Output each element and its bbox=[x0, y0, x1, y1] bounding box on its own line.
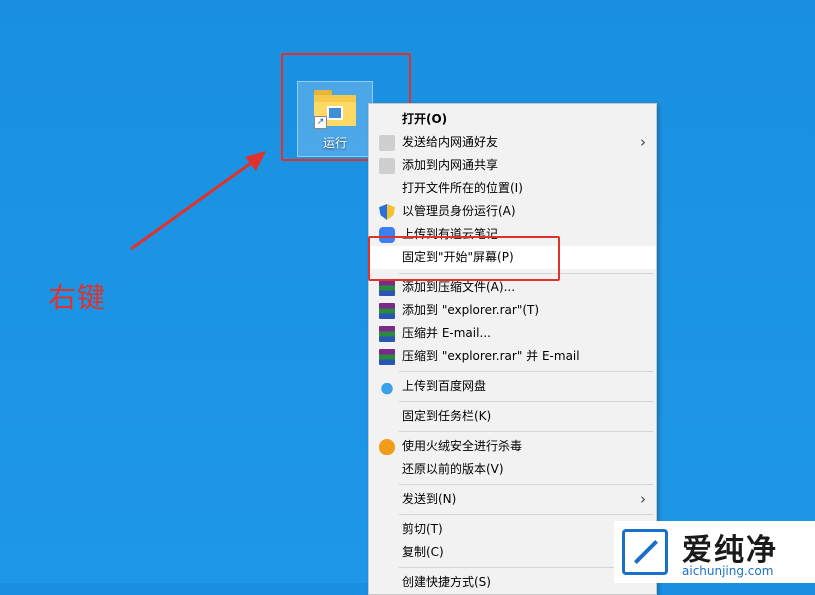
baidu-netdisk-icon bbox=[379, 379, 395, 395]
menu-item-label: 添加到内网通共享 bbox=[402, 158, 499, 172]
intranet-share-icon bbox=[379, 158, 395, 174]
winrar-icon bbox=[379, 303, 395, 319]
annotation-right-click-text: 右键 bbox=[48, 281, 107, 314]
menu-item-label: 打开(O) bbox=[402, 112, 448, 126]
watermark: 爱纯净 aichunjing.com bbox=[614, 521, 815, 583]
menu-item-label: 以管理员身份运行(A) bbox=[402, 204, 516, 218]
menu-item-open-file-location[interactable]: 打开文件所在的位置(I) bbox=[369, 177, 656, 200]
watermark-logo-icon bbox=[622, 529, 668, 575]
menu-separator bbox=[399, 273, 653, 274]
menu-item-label: 复制(C) bbox=[402, 545, 444, 559]
menu-item-label: 固定到任务栏(K) bbox=[402, 409, 492, 423]
menu-separator bbox=[399, 401, 653, 402]
menu-item-compress-rar-email[interactable]: 压缩到 "explorer.rar" 并 E-mail bbox=[369, 345, 656, 368]
menu-item-label: 添加到 "explorer.rar"(T) bbox=[402, 303, 540, 317]
menu-item-upload-baidu[interactable]: 上传到百度网盘 bbox=[369, 375, 656, 398]
menu-separator bbox=[399, 371, 653, 372]
menu-item-label: 创建快捷方式(S) bbox=[402, 575, 491, 589]
menu-separator bbox=[399, 514, 653, 515]
menu-item-label: 压缩到 "explorer.rar" 并 E-mail bbox=[402, 349, 580, 363]
menu-item-huorong-scan[interactable]: 使用火绒安全进行杀毒 bbox=[369, 435, 656, 458]
menu-item-pin-to-start[interactable]: 固定到"开始"屏幕(P) bbox=[369, 246, 656, 269]
menu-item-label: 压缩并 E-mail... bbox=[402, 326, 491, 340]
menu-item-label: 上传到百度网盘 bbox=[402, 379, 487, 393]
menu-item-label: 发送到(N) bbox=[402, 492, 457, 506]
menu-item-label: 发送给内网通好友 bbox=[402, 135, 499, 149]
winrar-icon bbox=[379, 349, 395, 365]
desktop[interactable]: ↗ 运行 右键 打开(O) 发送给内网通好友 › 添加到内网通共享 打开文件所在… bbox=[0, 0, 815, 595]
watermark-title: 爱纯净 bbox=[682, 533, 778, 568]
watermark-url: aichunjing.com bbox=[682, 564, 774, 578]
winrar-icon bbox=[379, 280, 395, 296]
menu-item-cut[interactable]: 剪切(T) bbox=[369, 518, 656, 541]
menu-item-send-to[interactable]: 发送到(N) › bbox=[369, 488, 656, 511]
huorong-icon bbox=[379, 439, 395, 455]
menu-separator bbox=[399, 484, 653, 485]
menu-item-copy[interactable]: 复制(C) bbox=[369, 541, 656, 564]
menu-item-compress-email[interactable]: 压缩并 E-mail... bbox=[369, 322, 656, 345]
menu-item-label: 添加到压缩文件(A)... bbox=[402, 280, 516, 294]
intranet-share-icon bbox=[379, 135, 395, 151]
menu-item-label: 上传到有道云笔记 bbox=[402, 227, 499, 241]
menu-item-pin-to-taskbar[interactable]: 固定到任务栏(K) bbox=[369, 405, 656, 428]
chevron-right-icon: › bbox=[640, 133, 646, 151]
menu-item-add-to-explorer-rar[interactable]: 添加到 "explorer.rar"(T) bbox=[369, 299, 656, 322]
menu-item-upload-youdao[interactable]: 上传到有道云笔记 bbox=[369, 223, 656, 246]
menu-item-restore-previous[interactable]: 还原以前的版本(V) bbox=[369, 458, 656, 481]
menu-item-label: 打开文件所在的位置(I) bbox=[402, 181, 523, 195]
menu-item-label: 固定到"开始"屏幕(P) bbox=[402, 250, 514, 264]
chevron-right-icon: › bbox=[640, 490, 646, 508]
menu-item-add-to-archive[interactable]: 添加到压缩文件(A)... bbox=[369, 276, 656, 299]
menu-item-label: 剪切(T) bbox=[402, 522, 443, 536]
winrar-icon bbox=[379, 326, 395, 342]
youdao-note-icon bbox=[379, 227, 395, 243]
menu-item-open[interactable]: 打开(O) bbox=[369, 108, 656, 131]
menu-separator bbox=[399, 431, 653, 432]
menu-item-run-as-admin[interactable]: 以管理员身份运行(A) bbox=[369, 200, 656, 223]
menu-item-label: 使用火绒安全进行杀毒 bbox=[402, 439, 523, 453]
menu-item-send-intranet[interactable]: 发送给内网通好友 › bbox=[369, 131, 656, 154]
menu-item-label: 还原以前的版本(V) bbox=[402, 462, 504, 476]
uac-shield-icon bbox=[379, 204, 395, 220]
menu-item-add-intranet-share[interactable]: 添加到内网通共享 bbox=[369, 154, 656, 177]
